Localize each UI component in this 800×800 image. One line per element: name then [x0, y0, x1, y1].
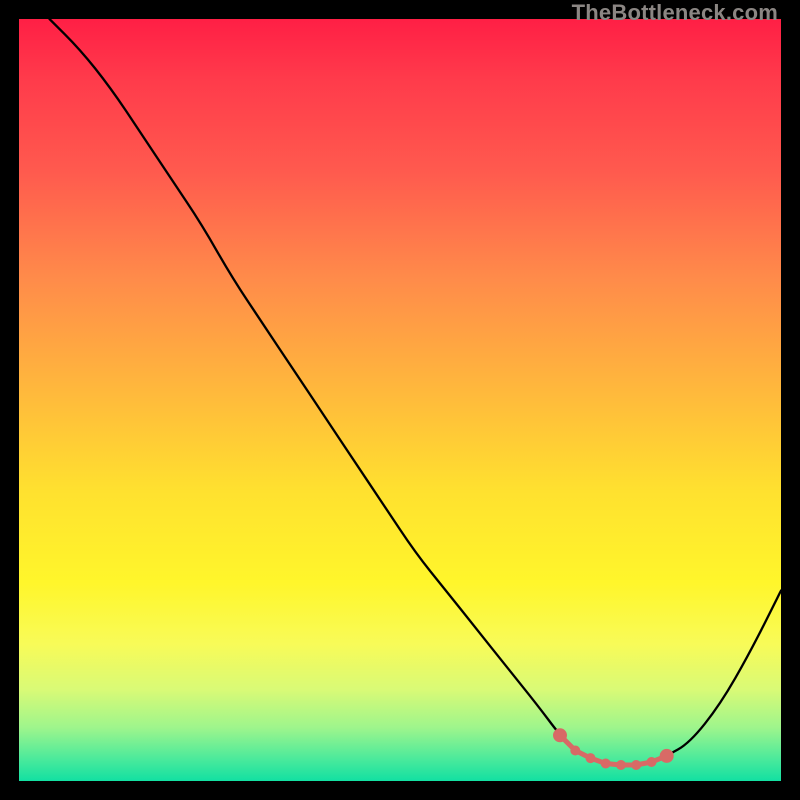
trough-marker — [616, 760, 626, 770]
trough-marker — [553, 728, 567, 742]
trough-marker — [586, 753, 596, 763]
curve-group — [50, 19, 782, 770]
trough-marker — [631, 760, 641, 770]
trough-marker — [660, 749, 674, 763]
watermark-text: TheBottleneck.com — [572, 0, 778, 26]
chart-frame: TheBottleneck.com — [0, 0, 800, 800]
chart-svg — [19, 19, 781, 781]
trough-marker — [570, 746, 580, 756]
bottleneck-curve — [50, 19, 782, 765]
trough-marker — [647, 757, 657, 767]
trough-marker — [601, 759, 611, 769]
chart-plot-area — [19, 19, 781, 781]
